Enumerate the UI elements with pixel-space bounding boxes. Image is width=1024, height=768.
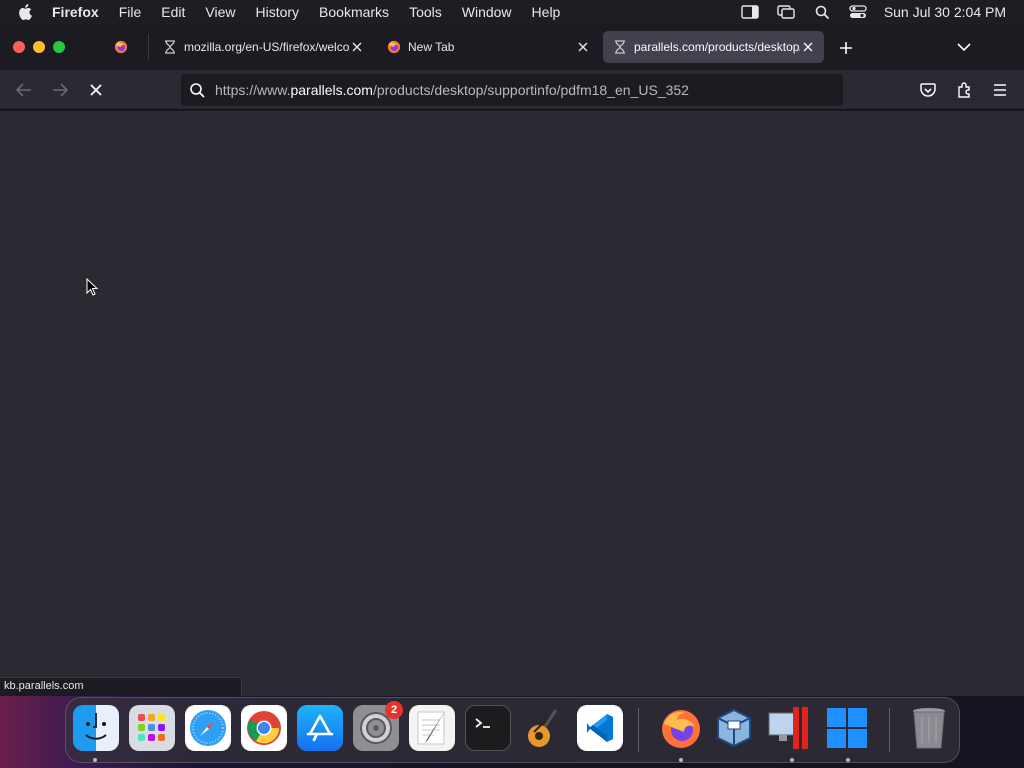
hourglass-icon <box>613 40 627 54</box>
virtualbox-icon[interactable] <box>711 705 757 751</box>
tab-mozilla-welcome[interactable]: mozilla.org/en-US/firefox/welcome <box>153 31 373 63</box>
mouse-cursor-icon <box>86 278 98 296</box>
sidebar-icon[interactable] <box>740 4 760 20</box>
menu-history[interactable]: History <box>255 4 299 20</box>
tab-title: New Tab <box>408 40 455 54</box>
textedit-icon[interactable] <box>409 705 455 751</box>
url-domain: parallels.com <box>290 82 373 98</box>
dock: 2 <box>65 697 960 763</box>
running-indicator <box>846 758 850 762</box>
tab-title: mozilla.org/en-US/firefox/welcome <box>184 40 349 54</box>
tab-new-tab[interactable]: New Tab <box>377 31 599 63</box>
spotlight-search-icon[interactable] <box>812 4 832 20</box>
running-indicator <box>790 758 794 762</box>
firefox-icon[interactable] <box>658 705 704 751</box>
close-icon[interactable] <box>349 39 365 55</box>
maximize-window-button[interactable] <box>53 41 65 53</box>
tab-strip: mozilla.org/en-US/firefox/welcome New Ta… <box>0 24 1024 70</box>
notification-badge: 2 <box>385 701 403 719</box>
address-url[interactable]: https://www.parallels.com/products/deskt… <box>215 82 689 98</box>
finder-icon[interactable] <box>73 705 119 751</box>
control-center-icon[interactable] <box>848 4 868 20</box>
page-content <box>0 111 1024 696</box>
menu-tools[interactable]: Tools <box>409 4 442 20</box>
terminal-icon[interactable] <box>465 705 511 751</box>
running-indicator <box>679 758 683 762</box>
screen-mirroring-icon[interactable] <box>776 4 796 20</box>
menu-edit[interactable]: Edit <box>161 4 185 20</box>
search-icon <box>190 82 206 98</box>
new-tab-button[interactable] <box>835 37 857 59</box>
app-store-icon[interactable] <box>297 705 343 751</box>
url-path: /products/desktop/supportinfo/pdfm18_en_… <box>372 82 689 98</box>
parallels-desktop-icon[interactable] <box>767 705 813 751</box>
firefox-icon <box>387 40 401 54</box>
garageband-icon[interactable] <box>521 705 567 751</box>
pocket-icon[interactable] <box>917 79 939 101</box>
navigation-toolbar: https://www.parallels.com/products/deskt… <box>0 70 1024 110</box>
vscode-icon[interactable] <box>577 705 623 751</box>
address-bar[interactable]: https://www.parallels.com/products/deskt… <box>181 74 843 106</box>
close-window-button[interactable] <box>13 41 25 53</box>
tab-parallels-active[interactable]: parallels.com/products/desktop/ <box>603 31 824 63</box>
tab-pinned-firefox[interactable] <box>104 31 146 63</box>
status-bar: kb.parallels.com <box>0 677 242 696</box>
stop-loading-button[interactable] <box>85 79 107 101</box>
menu-view[interactable]: View <box>205 4 235 20</box>
system-settings-icon[interactable]: 2 <box>353 701 403 751</box>
menu-app-name[interactable]: Firefox <box>52 4 99 20</box>
close-icon[interactable] <box>800 39 816 55</box>
menu-help[interactable]: Help <box>532 4 561 20</box>
close-icon[interactable] <box>575 39 591 55</box>
menu-clock[interactable]: Sun Jul 30 2:04 PM <box>884 4 1006 20</box>
trash-icon[interactable] <box>906 705 952 751</box>
launchpad-icon[interactable] <box>129 705 175 751</box>
tab-title: parallels.com/products/desktop/ <box>634 40 800 54</box>
dock-separator <box>889 708 890 752</box>
hourglass-icon <box>163 40 177 54</box>
firefox-icon <box>114 40 128 54</box>
safari-icon[interactable] <box>185 705 231 751</box>
minimize-window-button[interactable] <box>33 41 45 53</box>
menu-window[interactable]: Window <box>462 4 512 20</box>
chrome-icon[interactable] <box>241 705 287 751</box>
dock-separator <box>638 708 639 752</box>
url-prefix: https://www. <box>215 82 291 98</box>
hamburger-menu-icon[interactable] <box>989 79 1011 101</box>
windows-11-icon[interactable] <box>824 705 870 751</box>
tab-separator <box>148 34 149 60</box>
chevron-down-icon[interactable] <box>954 37 974 57</box>
extensions-icon[interactable] <box>953 79 975 101</box>
running-indicator <box>93 758 97 762</box>
apple-logo-icon[interactable] <box>18 4 38 20</box>
menu-bookmarks[interactable]: Bookmarks <box>319 4 389 20</box>
menu-file[interactable]: File <box>119 4 142 20</box>
back-button[interactable] <box>13 79 35 101</box>
forward-button[interactable] <box>49 79 71 101</box>
menu-bar: Firefox File Edit View History Bookmarks… <box>0 0 1024 24</box>
